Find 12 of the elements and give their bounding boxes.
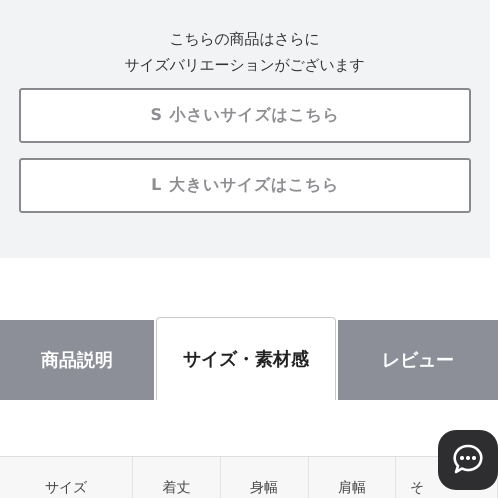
- table-header-cell: 身幅: [220, 457, 308, 498]
- chat-button[interactable]: [438, 430, 498, 490]
- tab[interactable]: レビュー: [338, 320, 498, 400]
- table-header-cell: 着丈: [133, 457, 221, 498]
- table-header-cell: サイズ: [0, 457, 134, 498]
- size-variation-button[interactable]: S 小さいサイズはこちら: [19, 88, 471, 143]
- notice-text: サイズバリエーションがございます: [124, 56, 364, 75]
- tab[interactable]: 商品説明: [0, 320, 154, 400]
- size-variation-button[interactable]: L 大きいサイズはこちら: [19, 158, 471, 213]
- notice-text: こちらの商品はさらに: [170, 30, 320, 49]
- table-header-cell: 肩幅: [308, 457, 396, 498]
- tab[interactable]: サイズ・素材感: [156, 317, 336, 400]
